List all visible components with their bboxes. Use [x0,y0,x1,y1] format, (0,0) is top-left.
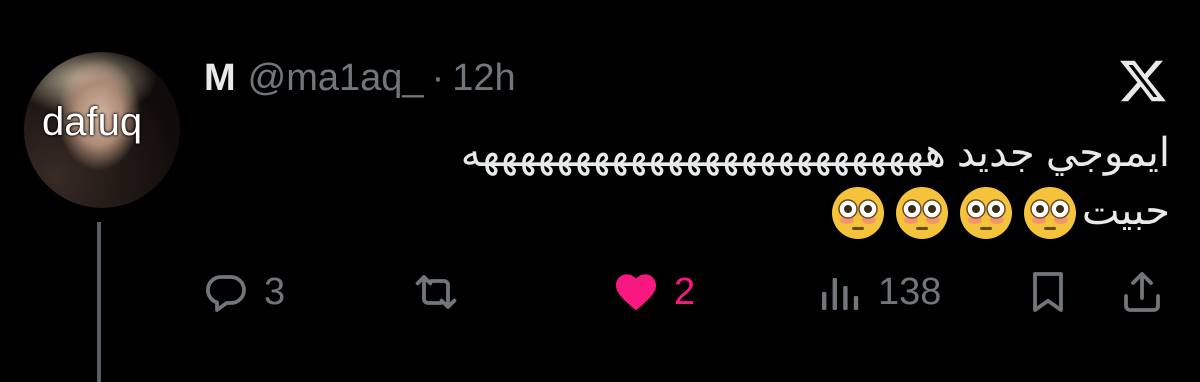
flushed-face-emoji-3 [894,185,950,241]
tweet-text-line-2: حبيت [230,182,1170,241]
like-count: 2 [674,270,696,313]
reply-icon [206,275,246,312]
separator-dot: · [431,56,445,99]
avatar-overlay-text: dafuq [42,100,143,144]
avatar[interactable]: dafuq [24,52,180,208]
views-count: 138 [878,270,942,313]
x-logo-icon[interactable] [1118,56,1168,106]
share-button[interactable] [1118,262,1166,322]
tweet-text: ايموجي جديد هههههههههههههههههههههههههه ح… [230,124,1170,241]
author-handle[interactable]: @ma1aq_ [248,57,424,100]
retweet-icon [415,275,457,309]
flushed-face-emoji-4 [830,185,886,241]
retweet-button[interactable] [412,262,474,322]
like-button[interactable]: 2 [612,262,695,322]
heart-icon [616,274,656,311]
views-chart-icon [822,278,859,310]
author-name[interactable]: M [204,57,236,100]
views-button[interactable]: 138 [816,262,941,322]
tweet-actions: 3 2 138 [0,262,1200,322]
tweet-header: M @ma1aq_ · 12h [204,56,516,100]
bookmark-button[interactable] [1024,262,1072,322]
tweet-text-line-1: ايموجي جديد هههههههههههههههههههههههههه [460,131,1170,175]
tweet-text-word: حبيت [1081,189,1170,233]
share-icon [1124,272,1160,312]
flushed-face-emoji-2 [958,185,1014,241]
timestamp[interactable]: 12h [452,57,515,100]
flushed-face-emoji-1 [1022,185,1078,241]
reply-button[interactable]: 3 [202,262,285,322]
bookmark-icon [1033,272,1063,312]
reply-count: 3 [264,270,286,313]
